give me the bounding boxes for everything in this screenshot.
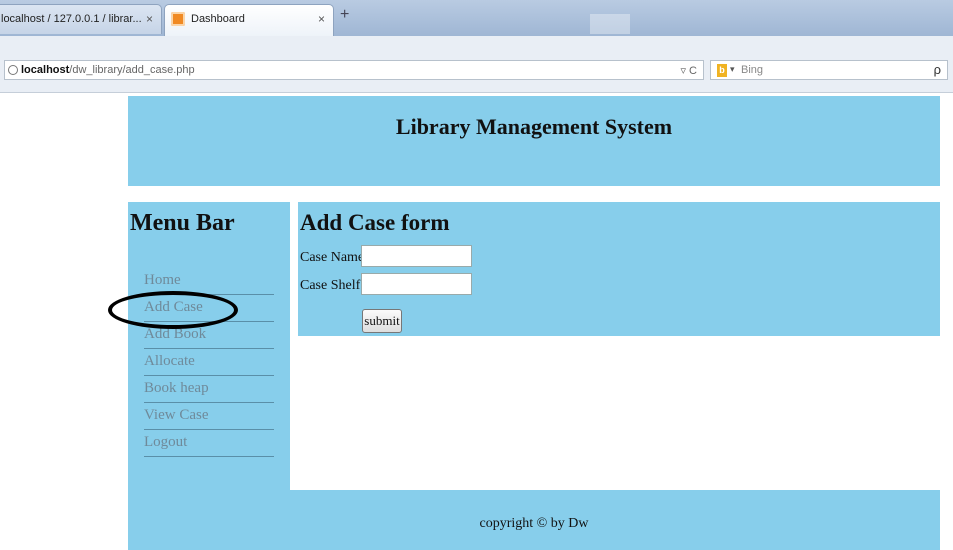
tab-dashboard[interactable]: Dashboard × [164, 4, 334, 36]
sidebar-item-logout[interactable]: Logout [144, 430, 274, 457]
reload-icon[interactable]: ▿ C [680, 64, 697, 77]
case-shelf-label: Case Shelf [300, 278, 361, 293]
browser-tab-bar: localhost / 127.0.0.1 / librar... × Dash… [0, 0, 953, 36]
search-icon[interactable]: ρ [934, 62, 941, 77]
case-name-label: Case Name [300, 250, 365, 265]
tab-label: Dashboard [191, 13, 245, 25]
globe-icon [8, 65, 18, 75]
submit-button[interactable]: submit [362, 309, 402, 333]
page-title: Library Management System [395, 114, 673, 139]
annotation-ellipse [108, 291, 238, 329]
case-name-row: Case Name [300, 245, 472, 267]
sidebar-title: Menu Bar [130, 210, 235, 236]
sidebar: Menu Bar Home Add Case Add Book Allocate… [128, 202, 290, 490]
case-shelf-row: Case Shelf [300, 273, 472, 295]
favicon-icon [171, 12, 185, 26]
copyright-text: copyright © by Dw [479, 516, 589, 531]
tab-bar-highlight [590, 14, 630, 34]
bing-icon[interactable]: b [717, 64, 727, 77]
search-placeholder: Bing [741, 64, 764, 76]
page-footer: copyright © by Dw [128, 490, 940, 550]
search-bar[interactable]: b ▾ Bing ρ [710, 60, 948, 80]
form-title: Add Case form [300, 210, 450, 235]
new-tab-button[interactable]: + [340, 6, 349, 24]
sidebar-item-book-heap[interactable]: Book heap [144, 376, 274, 403]
case-shelf-input[interactable] [361, 273, 472, 295]
chevron-down-icon[interactable]: ▾ [730, 64, 735, 75]
page-header: Library Management System [128, 96, 940, 186]
tab-phpmyadmin[interactable]: localhost / 127.0.0.1 / librar... × [0, 4, 162, 34]
address-bar[interactable]: localhost/dw_library/add_case.php ▿ C [4, 60, 704, 80]
tab-label: localhost / 127.0.0.1 / librar... [1, 13, 142, 25]
sidebar-item-allocate[interactable]: Allocate [144, 349, 274, 376]
sidebar-item-view-case[interactable]: View Case [144, 403, 274, 430]
close-icon[interactable]: × [146, 12, 153, 26]
close-icon[interactable]: × [318, 12, 325, 26]
url-path: /dw_library/add_case.php [69, 64, 195, 76]
url-domain: localhost [21, 64, 70, 76]
case-name-input[interactable] [361, 245, 472, 267]
